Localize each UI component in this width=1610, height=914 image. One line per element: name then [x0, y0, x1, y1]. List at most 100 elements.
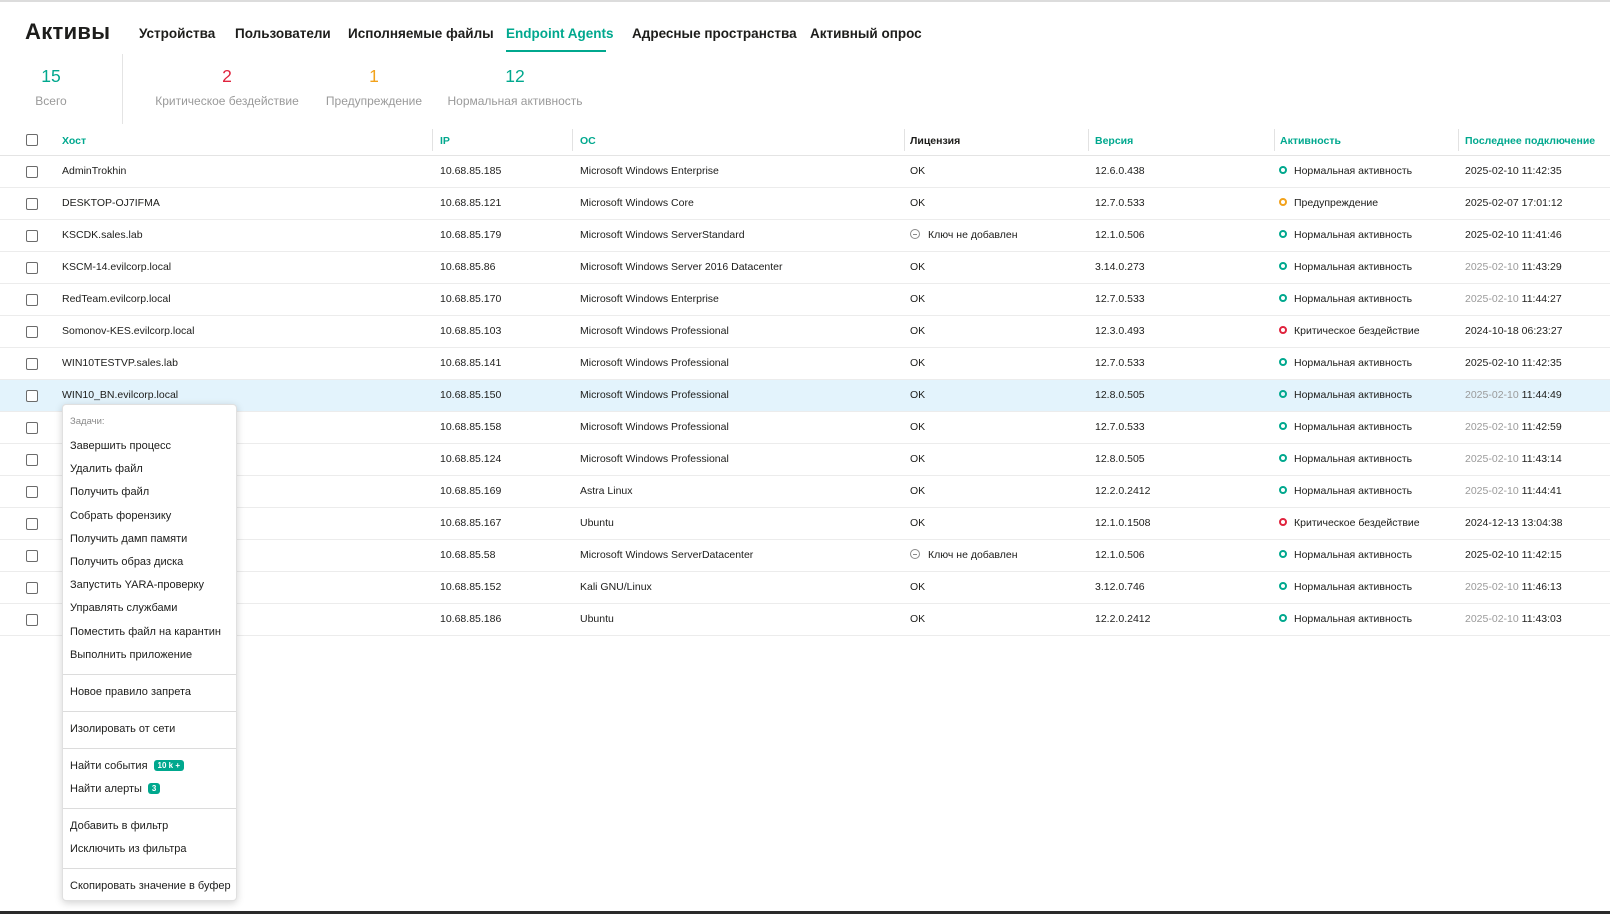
last-seen-time: 11:43:29	[1521, 261, 1562, 273]
menu-item-collect-forensics[interactable]: Собрать форензику	[70, 510, 171, 522]
menu-item-manage-services[interactable]: Управлять службами	[70, 602, 177, 614]
table-row[interactable]: WIN10_BN.evilcorp.local 10.68.85.150 Mic…	[0, 380, 1610, 412]
row-checkbox[interactable]	[26, 294, 38, 306]
menu-item-yara-scan[interactable]: Запустить YARA-проверку	[70, 579, 204, 591]
host-cell[interactable]: Somonov-KES.evilcorp.local	[62, 325, 194, 337]
row-checkbox[interactable]	[26, 326, 38, 338]
menu-item-memory-dump[interactable]: Получить дамп памяти	[70, 533, 187, 545]
row-checkbox[interactable]	[26, 230, 38, 242]
menu-item-quarantine-file[interactable]: Поместить файл на карантин	[70, 626, 221, 638]
tab-users[interactable]: Пользователи	[235, 26, 331, 41]
tab-address-spaces[interactable]: Адресные пространства	[632, 26, 797, 41]
version-cell: 3.12.0.746	[1095, 581, 1145, 593]
stat-total-value: 15	[41, 66, 61, 86]
tab-endpoint-agents[interactable]: Endpoint Agents	[506, 26, 614, 41]
column-host[interactable]: Хост	[62, 135, 86, 147]
tab-executables[interactable]: Исполняемые файлы	[348, 26, 494, 41]
row-checkbox[interactable]	[26, 390, 38, 402]
os-cell: Kali GNU/Linux	[580, 581, 652, 593]
row-checkbox[interactable]	[26, 550, 38, 562]
status-dot-icon	[1279, 550, 1287, 558]
ip-cell: 10.68.85.170	[440, 293, 502, 305]
menu-item-add-to-filter[interactable]: Добавить в фильтр	[70, 820, 168, 832]
menu-item-delete-file[interactable]: Удалить файл	[70, 463, 143, 475]
menu-item-disk-image[interactable]: Получить образ диска	[70, 556, 183, 568]
row-checkbox[interactable]	[26, 454, 38, 466]
table-row[interactable]: Somonov-KES.evilcorp.local 10.68.85.103 …	[0, 316, 1610, 348]
activity-cell: Нормальная активность	[1294, 453, 1413, 465]
menu-item-find-events[interactable]: Найти события 10 k +	[70, 760, 185, 772]
column-separator[interactable]	[904, 129, 905, 151]
table-header: Хост IP ОС Лицензия Версия Активность По…	[0, 126, 1610, 156]
menu-item-exclude-from-filter[interactable]: Исключить из фильтра	[70, 843, 186, 855]
stat-warning-label: Предупреждение	[325, 94, 423, 108]
row-checkbox[interactable]	[26, 422, 38, 434]
column-separator[interactable]	[1274, 129, 1275, 151]
column-ip[interactable]: IP	[440, 135, 450, 147]
table-row[interactable]: 10.68.85.58 Microsoft Windows ServerData…	[0, 540, 1610, 572]
page-title: Активы	[25, 19, 111, 44]
host-cell[interactable]: DESKTOP-OJ7IFMA	[62, 197, 160, 209]
table-row[interactable]: 10.68.85.167 Ubuntu OK 12.1.0.1508 Крити…	[0, 508, 1610, 540]
menu-item-run-application[interactable]: Выполнить приложение	[70, 649, 192, 661]
column-separator[interactable]	[1088, 129, 1089, 151]
table-row[interactable]: 10.68.85.186 Ubuntu OK 12.2.0.2412 Норма…	[0, 604, 1610, 636]
column-os[interactable]: ОС	[580, 135, 596, 147]
host-cell[interactable]: WIN10TESTVP.sales.lab	[62, 357, 178, 369]
stat-critical[interactable]: 2 Критическое бездействие	[152, 64, 302, 108]
column-version[interactable]: Версия	[1095, 135, 1133, 147]
column-license[interactable]: Лицензия	[910, 135, 960, 147]
menu-item-get-file[interactable]: Получить файл	[70, 486, 149, 498]
alerts-count-badge: 3	[147, 783, 161, 794]
menu-item-copy-value[interactable]: Скопировать значение в буфер	[70, 880, 231, 892]
host-cell[interactable]: KSCDK.sales.lab	[62, 229, 143, 241]
table-row[interactable]: 10.68.85.158 Microsoft Windows Professio…	[0, 412, 1610, 444]
column-separator[interactable]	[432, 129, 433, 151]
menu-item-new-deny-rule[interactable]: Новое правило запрета	[70, 686, 191, 698]
menu-item-kill-process[interactable]: Завершить процесс	[70, 440, 171, 452]
column-activity[interactable]: Активность	[1280, 135, 1341, 147]
menu-item-isolate[interactable]: Изолировать от сети	[70, 723, 175, 735]
row-checkbox[interactable]	[26, 358, 38, 370]
table-row[interactable]: DESKTOP-OJ7IFMA 10.68.85.121 Microsoft W…	[0, 188, 1610, 220]
find-alerts-label: Найти алерты	[70, 783, 142, 795]
row-checkbox[interactable]	[26, 614, 38, 626]
column-separator[interactable]	[1458, 129, 1459, 151]
menu-item-find-alerts[interactable]: Найти алерты 3	[70, 783, 161, 795]
table-row[interactable]: 10.68.85.124 Microsoft Windows Professio…	[0, 444, 1610, 476]
column-separator[interactable]	[572, 129, 573, 151]
stat-total[interactable]: 15 Всего	[20, 64, 82, 108]
table-row[interactable]: 10.68.85.152 Kali GNU/Linux OK 3.12.0.74…	[0, 572, 1610, 604]
context-menu: Задачи: Завершить процесс Удалить файл П…	[62, 404, 237, 901]
table-row[interactable]: RedTeam.evilcorp.local 10.68.85.170 Micr…	[0, 284, 1610, 316]
table-row[interactable]: KSCM-14.evilcorp.local 10.68.85.86 Micro…	[0, 252, 1610, 284]
ip-cell: 10.68.85.158	[440, 421, 502, 433]
stat-normal[interactable]: 12 Нормальная активность	[446, 64, 584, 108]
table-row[interactable]: 10.68.85.169 Astra Linux OK 12.2.0.2412 …	[0, 476, 1610, 508]
no-key-icon	[910, 549, 920, 559]
os-cell: Astra Linux	[580, 485, 633, 497]
row-checkbox[interactable]	[26, 486, 38, 498]
table-row[interactable]: WIN10TESTVP.sales.lab 10.68.85.141 Micro…	[0, 348, 1610, 380]
row-checkbox[interactable]	[26, 518, 38, 530]
tab-devices[interactable]: Устройства	[139, 26, 215, 41]
host-cell[interactable]: AdminTrokhin	[62, 165, 126, 177]
last-seen-date: 2024-10-18	[1465, 325, 1519, 337]
tab-active-scan[interactable]: Активный опрос	[810, 26, 922, 41]
last-seen-cell: 2025-02-07 17:01:12	[1465, 197, 1563, 209]
no-key-icon	[910, 229, 920, 239]
last-seen-date: 2025-02-10	[1465, 165, 1519, 177]
table-row[interactable]: KSCDK.sales.lab 10.68.85.179 Microsoft W…	[0, 220, 1610, 252]
row-checkbox[interactable]	[26, 262, 38, 274]
host-cell[interactable]: KSCM-14.evilcorp.local	[62, 261, 171, 273]
column-last-seen[interactable]: Последнее подключение	[1465, 135, 1595, 147]
host-cell[interactable]: RedTeam.evilcorp.local	[62, 293, 171, 305]
table-row[interactable]: AdminTrokhin 10.68.85.185 Microsoft Wind…	[0, 156, 1610, 188]
stat-warning[interactable]: 1 Предупреждение	[323, 64, 425, 108]
row-checkbox[interactable]	[26, 582, 38, 594]
select-all-checkbox[interactable]	[26, 134, 38, 146]
activity-cell: Нормальная активность	[1294, 421, 1413, 433]
host-cell[interactable]: WIN10_BN.evilcorp.local	[62, 389, 178, 401]
row-checkbox[interactable]	[26, 198, 38, 210]
row-checkbox[interactable]	[26, 166, 38, 178]
